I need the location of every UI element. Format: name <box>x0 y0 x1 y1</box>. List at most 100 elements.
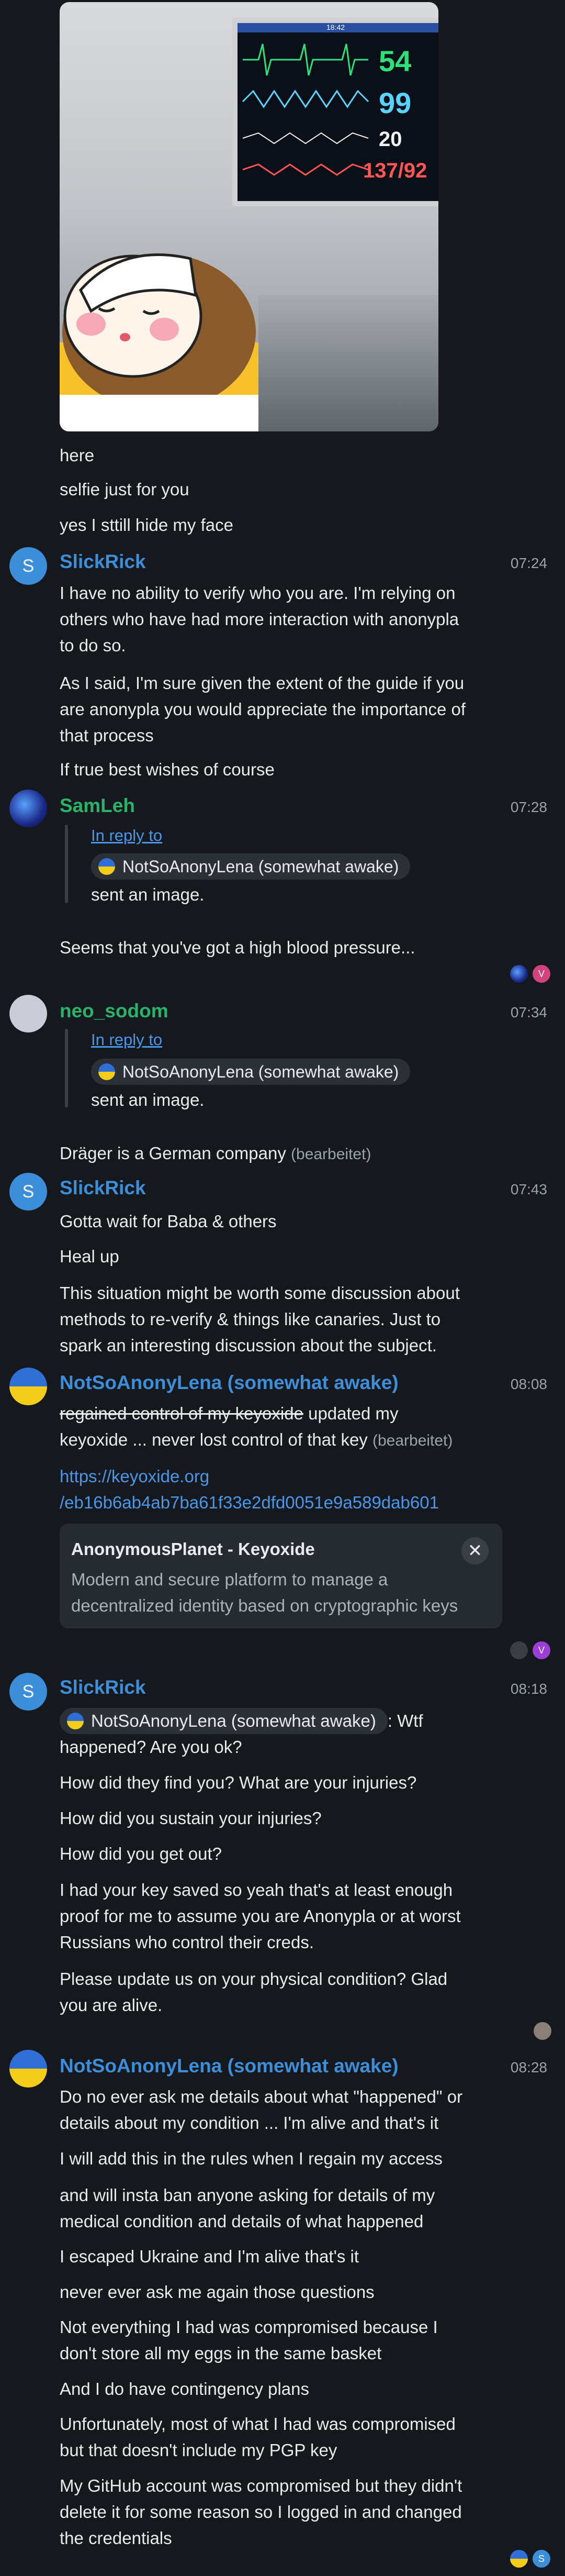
ukraine-flag-icon <box>98 858 115 875</box>
read-receipt-avatar[interactable] <box>510 1641 528 1659</box>
message-text: the credentials <box>60 2528 172 2548</box>
message-text: This situation might be worth some discu… <box>60 1283 460 1303</box>
message-text: and will insta ban anyone asking for det… <box>60 2185 435 2205</box>
message-text: Russians who control their creds. <box>60 1933 314 1952</box>
user-mention[interactable]: NotSoAnonyLena (somewhat awake) <box>91 1059 411 1085</box>
message-text: I had your key saved so yeah that's at l… <box>60 1880 453 1900</box>
message-text: regained control of my keyoxide updated … <box>60 1401 399 1427</box>
message-text: but that doesn't include my PGP key <box>60 2440 337 2460</box>
message-text: I have no ability to verify who you are.… <box>60 583 456 603</box>
user-mention[interactable]: NotSoAnonyLena (somewhat awake) <box>60 1708 388 1734</box>
sender-name[interactable]: SlickRick <box>60 1177 146 1199</box>
reply-link[interactable]: In reply to <box>91 826 162 845</box>
message-text: How did you sustain your injuries? <box>60 1808 322 1828</box>
message-body: Dräger is a German company <box>60 1143 286 1163</box>
message-body: keyoxide ... never lost control of that … <box>60 1430 368 1449</box>
link-preview-desc-line: Modern and secure platform to manage a <box>71 1570 388 1589</box>
keyoxide-link[interactable]: https://keyoxide.org <box>60 1463 209 1490</box>
timestamp: 07:43 <box>510 1181 547 1197</box>
message-text: delete it for some reason so I logged in… <box>60 2502 462 2522</box>
reply-quote-bar <box>65 1029 68 1107</box>
message-text: Heal up <box>60 1247 119 1266</box>
message-text: Seems that you've got a high blood press… <box>60 938 415 957</box>
reply-preview-text: sent an image. <box>91 1090 205 1109</box>
timestamp: 08:28 <box>510 2059 547 2075</box>
message-text: details about my condition ... I'm alive… <box>60 2113 439 2133</box>
read-receipt-avatar[interactable] <box>534 2022 551 2040</box>
message-text: are anonypla you would appreciate the im… <box>60 699 466 719</box>
sleeping-girl-sticker <box>60 253 258 431</box>
message-text: never ever ask me again those questions <box>60 2282 375 2302</box>
ukraine-flag-icon <box>67 1713 84 1729</box>
avatar[interactable]: S <box>9 1673 47 1711</box>
reply-link[interactable]: In reply to <box>91 1030 162 1049</box>
avatar[interactable] <box>9 790 47 827</box>
edited-marker: (bearbeitet) <box>372 1432 453 1449</box>
message-text: And I do have contingency plans <box>60 2379 310 2399</box>
timestamp: 07:28 <box>510 799 547 815</box>
message-text: NotSoAnonyLena (somewhat awake) : Wtf <box>60 1708 423 1734</box>
message-text: selfie just for you <box>60 480 189 499</box>
read-receipt-avatar[interactable] <box>510 2550 528 2568</box>
avatar[interactable]: S <box>9 1173 47 1211</box>
link-preview-desc-line: decentralized identity based on cryptogr… <box>71 1596 458 1615</box>
message-text: Gotta wait for Baba & others <box>60 1212 277 1231</box>
sender-name[interactable]: SlickRick <box>60 1676 146 1698</box>
message-text: My GitHub account was compromised but th… <box>60 2476 462 2495</box>
timestamp: 07:24 <box>510 555 547 571</box>
message-text: spark an interesting discussion about th… <box>60 1336 437 1355</box>
message-text: Unfortunately, most of what I had was co… <box>60 2414 456 2434</box>
edited-marker: (bearbeitet) <box>291 1146 371 1163</box>
link-preview-title: AnonymousPlanet - Keyoxide <box>71 1539 315 1559</box>
monitor-resp: 20 <box>379 128 402 151</box>
avatar[interactable] <box>9 995 47 1032</box>
message-text: medical condition and details of what ha… <box>60 2212 424 2231</box>
message-body: : Wtf <box>387 1711 423 1730</box>
user-mention[interactable]: NotSoAnonyLena (somewhat awake) <box>91 853 411 880</box>
message-text: I will add this in the rules when I rega… <box>60 2149 443 2168</box>
link-preview-card[interactable]: AnonymousPlanet - Keyoxide Modern and se… <box>60 1524 502 1628</box>
read-receipt-avatar[interactable]: S <box>533 2550 550 2568</box>
avatar[interactable]: S <box>9 547 47 585</box>
sender-name[interactable]: NotSoAnonyLena (somewhat awake) <box>60 1372 399 1394</box>
monitor-hr: 54 <box>379 45 412 77</box>
ukraine-flag-icon <box>98 1063 115 1080</box>
message-text: How did you get out? <box>60 1844 222 1863</box>
message-text: others who have had more interaction wit… <box>60 609 459 629</box>
link-preview-description: Modern and secure platform to manage a d… <box>71 1567 469 1619</box>
message-text: How did they find you? What are your inj… <box>60 1773 417 1792</box>
message-text: you are alive. <box>60 1995 163 2015</box>
message-text: Please update us on your physical condit… <box>60 1969 448 1989</box>
sender-name[interactable]: SamLeh <box>60 795 135 817</box>
sender-name[interactable]: neo_sodom <box>60 1000 168 1022</box>
reply-quote-bar <box>65 825 68 903</box>
ukraine-flag-avatar[interactable] <box>9 1368 47 1405</box>
message-text: to do so. <box>60 636 126 655</box>
keyoxide-link[interactable]: /eb16b6ab4ab7ba61f33e2dfd0051e9a589dab60… <box>60 1490 439 1516</box>
message-text: here <box>60 446 95 465</box>
desk-area <box>258 295 438 431</box>
message-text: don't store all my eggs in the same bask… <box>60 2344 382 2363</box>
sender-name[interactable]: SlickRick <box>60 551 146 573</box>
ukraine-flag-avatar[interactable] <box>9 2050 47 2088</box>
message-text: As I said, I'm sure given the extent of … <box>60 673 465 693</box>
message-text: I escaped Ukraine and I'm alive that's i… <box>60 2247 359 2266</box>
timestamp: 07:34 <box>510 1004 547 1020</box>
read-receipt-avatar[interactable]: V <box>533 1641 550 1659</box>
image-attachment[interactable]: 18:42 54 99 20 137/92 <box>60 2 438 431</box>
message-text: proof for me to assume you are Anonypla … <box>60 1906 461 1926</box>
message-text: methods to re-verify & things like canar… <box>60 1309 441 1329</box>
read-receipt-avatar[interactable] <box>510 965 528 983</box>
reply-preview-text: sent an image. <box>91 885 205 904</box>
message-text: Not everything I had was compromised bec… <box>60 2317 438 2337</box>
timestamp: 08:08 <box>510 1376 547 1392</box>
message-text: If true best wishes of course <box>60 760 275 779</box>
close-icon[interactable]: ✕ <box>461 1537 489 1564</box>
patient-monitor: 18:42 54 99 20 137/92 <box>232 18 438 206</box>
message-text: keyoxide ... never lost control of that … <box>60 1427 453 1454</box>
message-text: yes I sttill hide my face <box>60 515 233 535</box>
read-receipt-avatar[interactable]: V <box>533 965 550 983</box>
monitor-spo2: 99 <box>379 86 412 119</box>
sender-name[interactable]: NotSoAnonyLena (somewhat awake) <box>60 2055 399 2077</box>
message-text: Do no ever ask me details about what "ha… <box>60 2087 463 2106</box>
